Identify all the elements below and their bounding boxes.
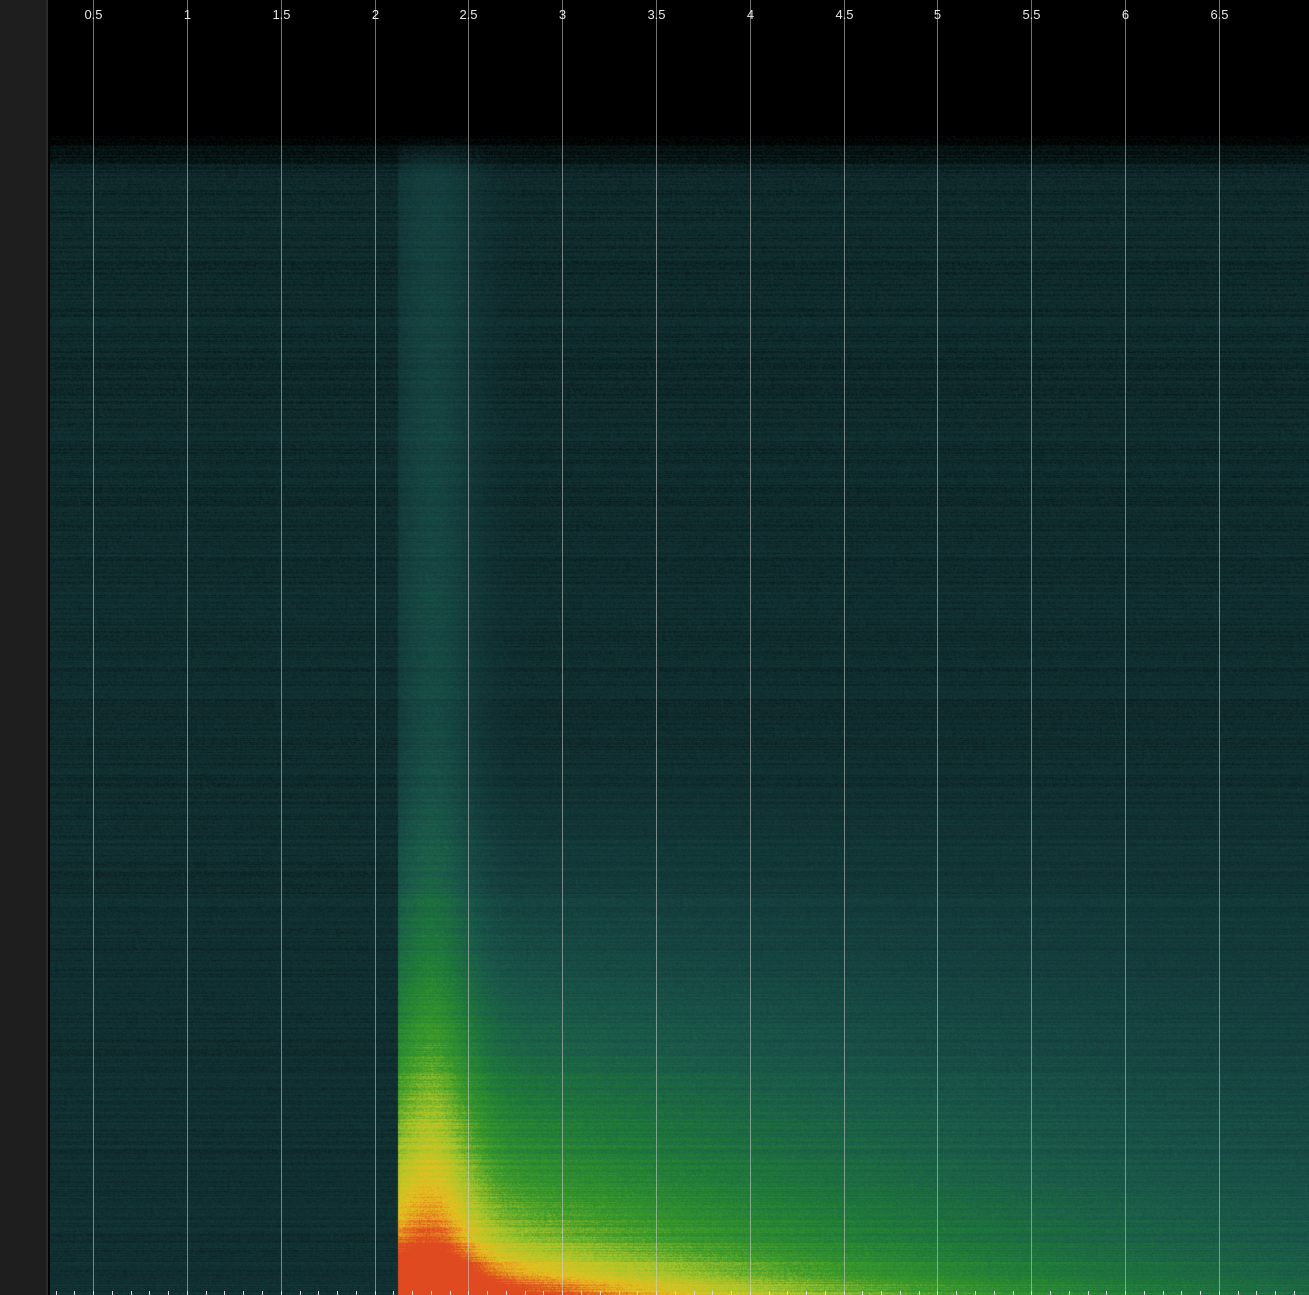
time-tick-label: 2.5 xyxy=(459,7,477,22)
time-tick-label: 5.5 xyxy=(1022,7,1040,22)
time-tick-label: 4.5 xyxy=(835,7,853,22)
time-tick-label: 3 xyxy=(559,7,566,22)
time-tick-label: 6 xyxy=(1122,7,1129,22)
time-tick-label: 1 xyxy=(184,7,191,22)
time-tick-label: 1.5 xyxy=(272,7,290,22)
time-axis-overlay: 0.5 1 1.5 2 2.5 3 3.5 4 4.5 5 5.5 6 6.5 xyxy=(56,0,1295,1295)
time-tick-label: 5 xyxy=(934,7,941,22)
time-tick-label: 3.5 xyxy=(647,7,665,22)
frequency-gutter xyxy=(0,0,48,1295)
time-tick-label: 2 xyxy=(372,7,379,22)
spectrogram-view[interactable]: 0.5 1 1.5 2 2.5 3 3.5 4 4.5 5 5.5 6 6.5 xyxy=(50,0,1309,1295)
time-tick-label: 0.5 xyxy=(84,7,102,22)
time-tick-label: 6.5 xyxy=(1210,7,1228,22)
time-tick-label: 4 xyxy=(747,7,754,22)
spectrogram-window: 0.5 1 1.5 2 2.5 3 3.5 4 4.5 5 5.5 6 6.5 xyxy=(0,0,1309,1295)
